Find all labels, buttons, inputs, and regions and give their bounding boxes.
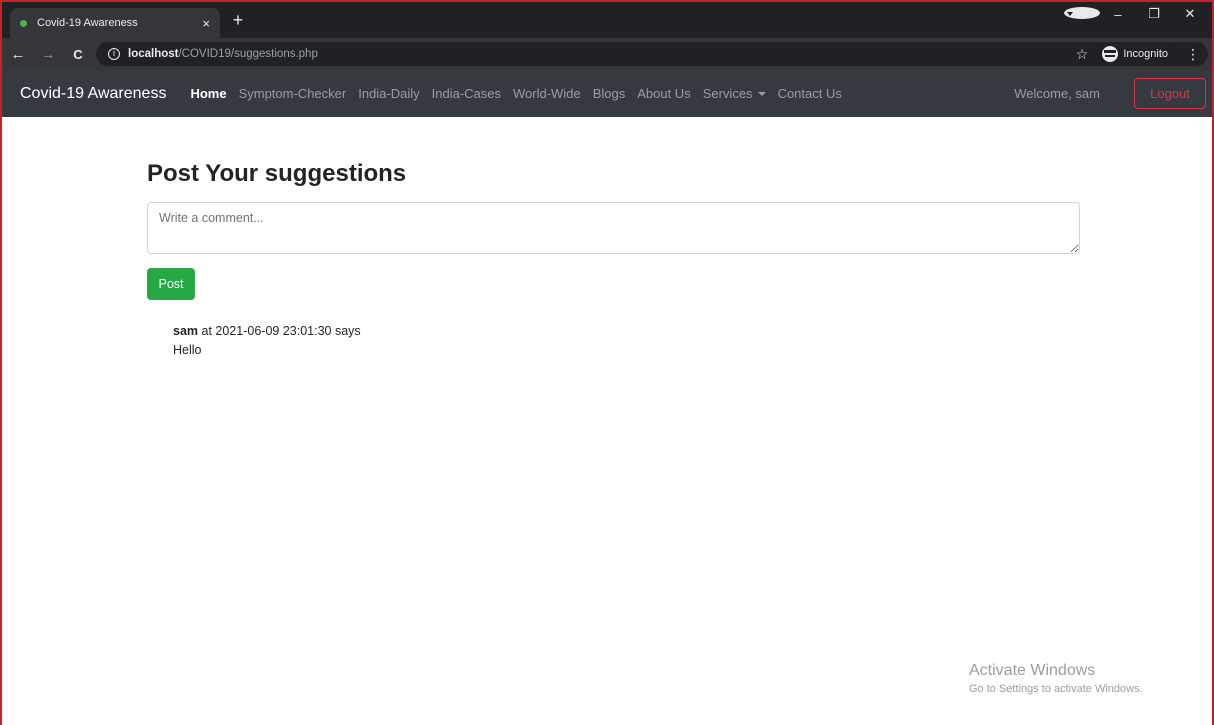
comment-input[interactable] [147, 202, 1080, 254]
nav-link-world-wide[interactable]: World-Wide [507, 86, 587, 101]
watermark-subtitle: Go to Settings to activate Windows. [969, 683, 1143, 695]
minimize-icon[interactable]: – [1100, 7, 1136, 22]
restore-icon[interactable]: ❐ [1136, 6, 1172, 22]
services-label: Services [702, 86, 753, 101]
comment-header: sam at 2021-06-09 23:01:30 says [173, 322, 1081, 341]
nav-link-contact-us[interactable]: Contact Us [772, 86, 848, 101]
forward-icon[interactable]: → [36, 46, 60, 63]
close-window-icon[interactable]: ✕ [1172, 6, 1208, 22]
browser-tabstrip: Covid-19 Awareness × + – ❐ ✕ [0, 0, 1214, 38]
chevron-down-icon [757, 92, 766, 96]
nav-link-services[interactable]: Services [697, 86, 772, 101]
navbar-brand[interactable]: Covid-19 Awareness [20, 85, 166, 103]
address-bar[interactable]: i localhost /COVID19/suggestions.php ☆ I… [96, 42, 1208, 66]
url-host: localhost [128, 48, 179, 60]
nav-link-india-daily[interactable]: India-Daily [352, 86, 425, 101]
incognito-label: Incognito [1123, 48, 1168, 60]
logout-button[interactable]: Logout [1134, 78, 1206, 109]
nav-link-blogs[interactable]: Blogs [587, 86, 632, 101]
main-content: Post Your suggestions Post sam at 2021-0… [147, 160, 1081, 360]
comment-item: sam at 2021-06-09 23:01:30 says Hello [173, 322, 1081, 360]
watermark-title: Activate Windows [969, 662, 1096, 679]
site-info-icon[interactable]: i [108, 48, 120, 60]
browser-tab[interactable]: Covid-19 Awareness × [10, 8, 220, 38]
comment-text: Hello [173, 343, 202, 357]
post-button[interactable]: Post [147, 268, 195, 300]
comment-author: sam [173, 324, 199, 338]
bookmark-star-icon[interactable]: ☆ [1076, 46, 1089, 63]
browser-menu-icon[interactable]: ⋮ [1186, 46, 1200, 63]
site-navbar: Covid-19 Awareness Home Symptom-Checker … [2, 70, 1212, 117]
new-tab-button[interactable]: + [226, 10, 250, 31]
tab-title: Covid-19 Awareness [37, 17, 138, 29]
back-icon[interactable]: ← [6, 46, 30, 63]
page-title: Post Your suggestions [147, 160, 407, 187]
nav-links: Home Symptom-Checker India-Daily India-C… [184, 86, 847, 101]
nav-link-about-us[interactable]: About Us [631, 86, 696, 101]
tab-close-icon[interactable]: × [202, 16, 210, 31]
reload-icon[interactable]: C [66, 47, 90, 62]
profile-dropdown-icon [1064, 6, 1100, 19]
comment-meta: at 2021-06-09 23:01:30 says [198, 324, 361, 338]
window-controls: – ❐ ✕ [1064, 6, 1208, 22]
nav-link-home[interactable]: Home [184, 86, 232, 101]
incognito-indicator[interactable]: Incognito [1098, 44, 1176, 64]
url-path: /COVID19/suggestions.php [178, 48, 318, 60]
profile-menu-button[interactable] [1064, 6, 1100, 22]
nav-link-symptom-checker[interactable]: Symptom-Checker [233, 86, 353, 101]
incognito-icon [1102, 46, 1119, 62]
nav-link-india-cases[interactable]: India-Cases [426, 86, 507, 101]
welcome-text: Welcome, sam [1014, 86, 1100, 101]
favicon-icon [20, 19, 27, 27]
browser-toolbar: ← → C i localhost /COVID19/suggestions.p… [0, 38, 1214, 70]
activate-windows-watermark: Activate Windows Go to Settings to activ… [969, 662, 1143, 695]
omnibox-actions: ☆ Incognito ⋮ [1076, 42, 1200, 66]
